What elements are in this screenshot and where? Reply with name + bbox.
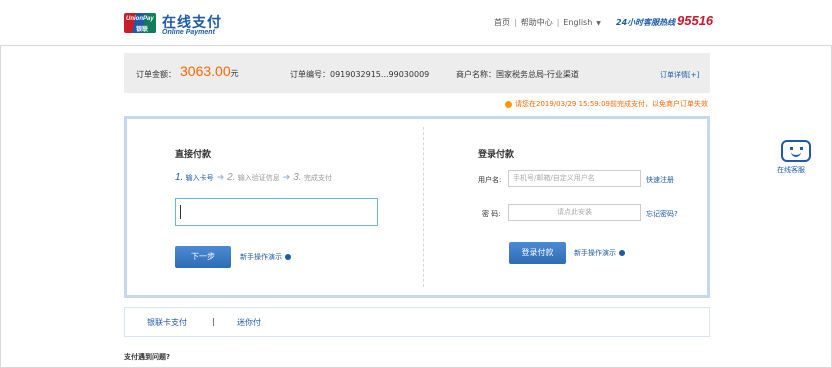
order-number-value: 0919032915...99030009 (330, 70, 430, 79)
step-1: 1. 输入卡号 (175, 172, 214, 183)
nav-separator: | (514, 18, 517, 27)
forgot-password-link[interactable]: 忘记密码? (646, 209, 678, 219)
amount-unit: 元 (230, 69, 239, 78)
direct-pay-steps: 1. 输入卡号 ➜ 2. 输入验证信息 ➜ 3. 完成支付 (175, 172, 332, 183)
info-icon (285, 254, 291, 260)
top-nav: 首页 | 帮助中心 | English ▼ (494, 17, 601, 28)
login-pay-button[interactable]: 登录付款 (509, 242, 566, 264)
hotline-number: 95516 (677, 13, 714, 28)
panel-divider (423, 127, 424, 287)
logo-yinlian-text: 银联 (136, 26, 149, 33)
icon-eye-right (800, 147, 803, 150)
location-pin-icon (505, 100, 512, 108)
header: UnionPay 银联 在线支付 Online Payment 首页 | 帮助中心 |… (0, 0, 832, 46)
login-pay-demo-label: 新手操作演示 (574, 249, 616, 257)
step-arrow-icon: ➜ (216, 173, 225, 183)
order-info-bar: 订单金额： 3063.00元 订单编号：0919032915...9903000… (124, 53, 710, 93)
register-link[interactable]: 快速注册 (646, 175, 674, 185)
amount-label: 订单金额： (136, 70, 176, 79)
step-arrow-icon: ➜ (282, 173, 291, 183)
header-divider (0, 45, 832, 46)
password-label: 密 码: (482, 210, 501, 218)
card-number-input[interactable] (175, 198, 378, 226)
next-step-button[interactable]: 下一步 (175, 246, 231, 268)
order-detail-link[interactable]: 订单详情[+] (660, 70, 699, 80)
merchant-name: 商户名称：国家税务总局-行业渠道 (456, 69, 579, 80)
chat-bot-icon (781, 140, 811, 162)
logo-unionpay-text: UnionPay (126, 16, 154, 22)
order-number-label: 订单编号： (290, 70, 330, 79)
password-input[interactable]: 请点此安装 (508, 204, 641, 221)
icon-eye-left (790, 147, 793, 150)
logo-title-en: Online Payment (162, 29, 215, 36)
order-number: 订单编号：0919032915...99030009 (290, 69, 429, 80)
merchant-value: 国家税务总局-行业渠道 (496, 70, 579, 79)
step-3: 3. 完成支付 (293, 172, 332, 183)
payment-deadline-notice: 请您在2019/03/29 15:59:09前完成支付，以免商户订单失效 (505, 99, 708, 109)
icon-mouth (791, 152, 801, 157)
nav-home-link[interactable]: 首页 (494, 18, 510, 27)
nav-separator: | (556, 18, 560, 27)
text-cursor (180, 205, 181, 219)
amount-value-group: 3063.00元 (180, 63, 239, 79)
tab-separator: | (212, 317, 215, 326)
merchant-label: 商户名称： (456, 70, 496, 79)
login-pay-title: 登录付款 (478, 150, 515, 160)
login-pay-demo-link[interactable]: 新手操作演示 (574, 248, 625, 258)
amount-value: 3063.00 (180, 63, 231, 79)
notice-text: 请您在2019/03/29 15:59:09前完成支付，以免商户订单失效 (515, 100, 709, 108)
payment-problem-heading: 支付遇到问题? (124, 353, 171, 361)
step-2: 2. 输入验证信息 (227, 172, 280, 183)
tab-mini-pay[interactable]: 迷你付 (237, 317, 261, 328)
info-icon (619, 250, 625, 256)
username-label: 用户名: (478, 176, 502, 184)
payment-method-tabs: 银联卡支付 | 迷你付 (124, 307, 710, 337)
nav-help-link[interactable]: 帮助中心 (521, 18, 553, 27)
unionpay-logo[interactable]: UnionPay 银联 (124, 13, 156, 33)
online-service-label: 在线客服 (777, 166, 805, 174)
nav-language-select[interactable]: English (563, 18, 592, 27)
direct-pay-title: 直接付款 (175, 150, 212, 160)
hotline-label: 24小时客服热线 (616, 18, 676, 27)
chevron-down-icon[interactable]: ▼ (596, 20, 601, 27)
direct-pay-demo-label: 新手操作演示 (240, 253, 282, 261)
online-service-widget[interactable]: 在线客服 (776, 140, 826, 180)
username-input[interactable]: 手机号/邮箱/自定义用户名 (508, 170, 641, 187)
direct-pay-demo-link[interactable]: 新手操作演示 (240, 252, 291, 262)
tab-unionpay-card[interactable]: 银联卡支付 (147, 317, 187, 328)
payment-panel: 直接付款 1. 输入卡号 ➜ 2. 输入验证信息 ➜ 3. 完成支付 下一步 新手操作演… (124, 116, 710, 298)
